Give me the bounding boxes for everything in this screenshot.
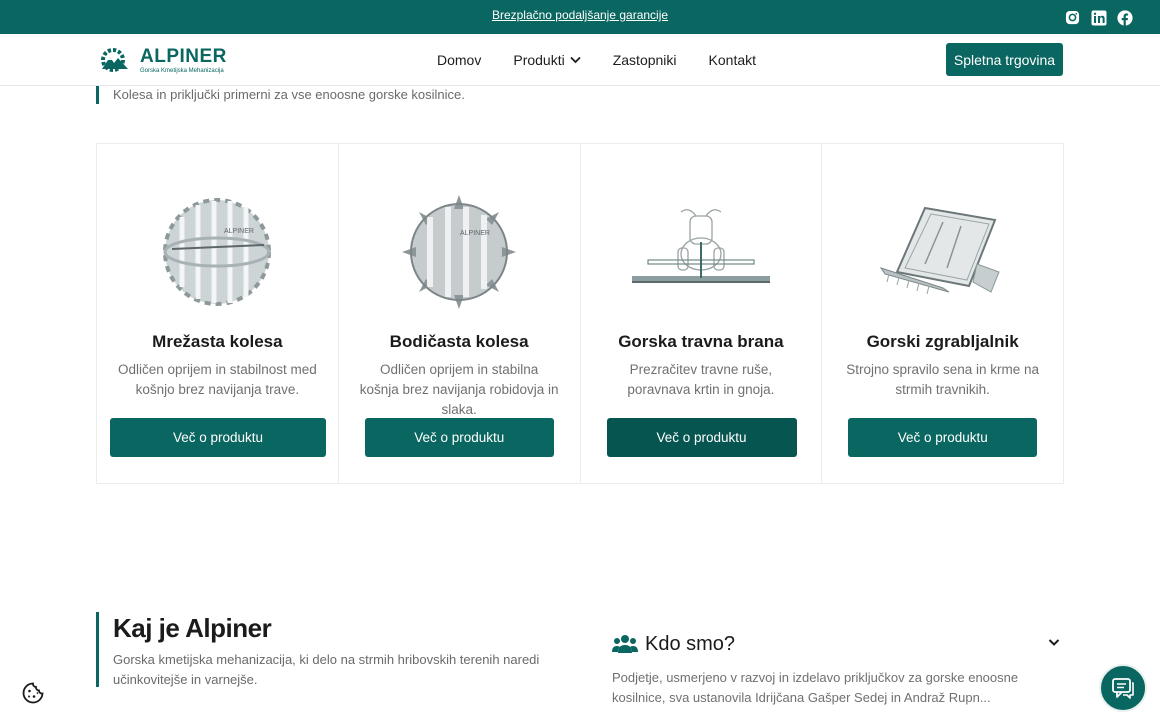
product-card-mesh-wheels: ALPINER Mrežasta kolesa Odličen oprijem … [97, 144, 339, 483]
svg-text:ALPINER: ALPINER [460, 230, 490, 237]
facebook-icon[interactable] [1116, 9, 1133, 26]
hay-rake-image [822, 182, 1063, 322]
warranty-extension-link[interactable]: Brezplačno podaljšanje garancije [0, 8, 1160, 22]
main-navigation: ALPINER Gorska Kmetijska Mehanizacija Do… [0, 34, 1160, 86]
chat-bubble-icon [1112, 678, 1134, 699]
social-links [1064, 9, 1133, 26]
menu-item-domov[interactable]: Domov [437, 52, 481, 68]
accordion-text: Podjetje, usmerjeno v razvoj in izdelavo… [612, 670, 1019, 705]
gear-mountain-logo-icon [101, 48, 128, 72]
linkedin-icon[interactable] [1090, 9, 1107, 26]
product-title: Bodičasta kolesa [389, 332, 529, 351]
product-title: Mrežasta kolesa [152, 332, 283, 351]
product-card-hay-rake: Gorski zgrabljalnik Strojno spravilo sen… [822, 144, 1063, 483]
grass-harrow-image [581, 182, 822, 322]
logo-tagline: Gorska Kmetijska Mehanizacija [140, 67, 224, 74]
menu-item-kontakt[interactable]: Kontakt [709, 52, 756, 68]
product-title: Gorski zgrabljalnik [866, 332, 1019, 351]
alpiner-logo[interactable]: ALPINER Gorska Kmetijska Mehanizacija [96, 45, 227, 75]
online-shop-button[interactable]: Spletna trgovina [946, 43, 1063, 76]
product-description: Strojno spravilo sena in krme na strmih … [846, 362, 1040, 397]
main-menu: Domov Produkti Zastopniki Kontakt [437, 52, 788, 68]
accordion-title: Kdo smo? [645, 632, 736, 655]
product-description: Odličen oprijem in stabilna košnja brez … [359, 362, 559, 417]
accordion-header[interactable]: Kdo smo? [612, 630, 1064, 658]
product-description: Prezračitev travne ruše, poravnava krtin… [627, 362, 775, 397]
product-details-button[interactable]: Več o produktu [848, 418, 1038, 457]
mesh-wheel-image: ALPINER [97, 182, 338, 322]
chat-button[interactable] [1099, 664, 1147, 712]
product-card-spike-wheels: ALPINER Bodičasta kolesa Odličen oprijem… [339, 144, 581, 483]
cookie-settings-icon[interactable] [22, 682, 44, 704]
product-details-button[interactable]: Več o produktu [364, 418, 554, 457]
product-description: Odličen oprijem in stabilnost med košnjo… [117, 362, 317, 397]
about-title: Kaj je Alpiner [113, 613, 272, 643]
product-title: Gorska travna brana [618, 332, 784, 351]
product-details-button[interactable]: Več o produktu [110, 418, 326, 457]
spike-wheel-image: ALPINER [339, 182, 580, 322]
menu-item-produkti[interactable]: Produkti [513, 52, 581, 68]
svg-text:ALPINER: ALPINER [224, 228, 254, 235]
menu-item-zastopniki[interactable]: Zastopniki [613, 52, 677, 68]
users-icon [612, 635, 638, 653]
about-text: Gorska kmetijska mehanizacija, ki delo n… [113, 652, 540, 687]
top-announcement-bar: Brezplačno podaljšanje garancije [0, 0, 1160, 34]
product-grid: ALPINER Mrežasta kolesa Odličen oprijem … [96, 143, 1064, 484]
logo-name: ALPINER [140, 45, 227, 67]
section-intro-text: Kolesa in priključki primerni za vse eno… [96, 86, 465, 104]
chevron-down-icon [570, 56, 581, 64]
product-card-grass-harrow: Gorska travna brana Prezračitev travne r… [581, 144, 823, 483]
about-section: Kaj je Alpiner Gorska kmetijska mehaniza… [96, 612, 543, 687]
who-are-we-accordion: Kdo smo? Podjetje, usmerjeno v razvoj in… [612, 630, 1064, 708]
product-details-button[interactable]: Več o produktu [606, 418, 797, 457]
instagram-icon[interactable] [1064, 9, 1081, 26]
chevron-down-icon[interactable] [1048, 638, 1060, 647]
